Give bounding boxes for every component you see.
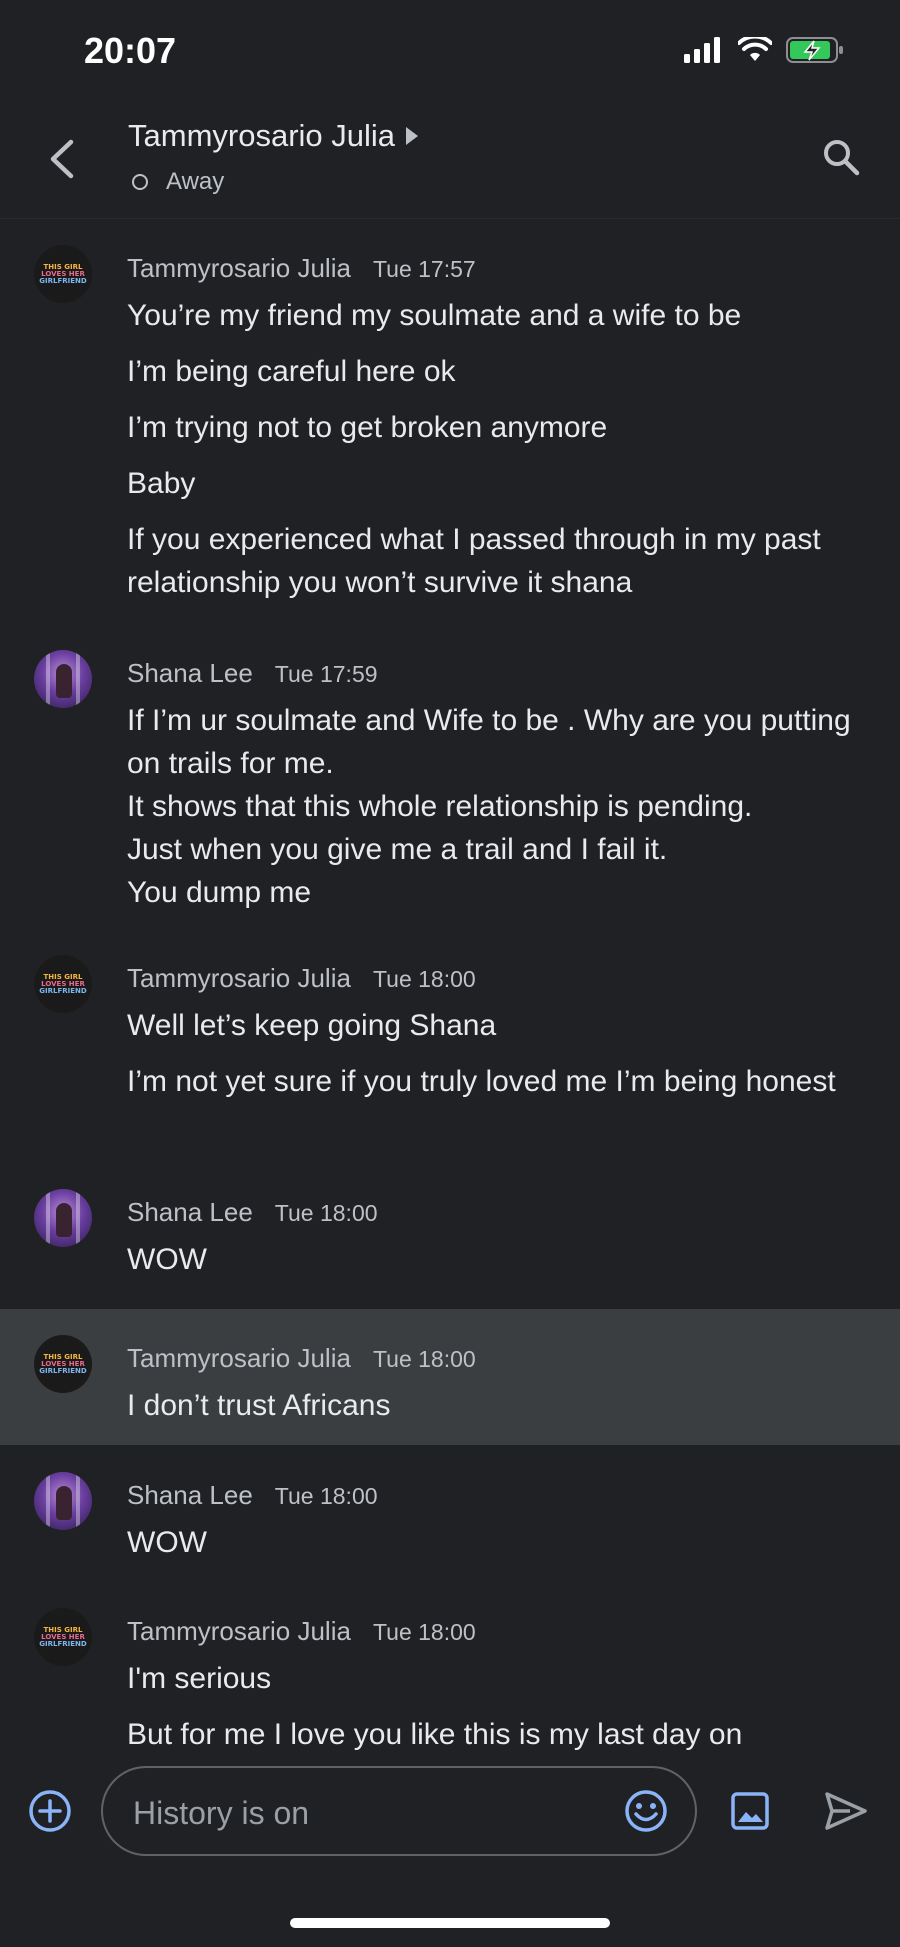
message-group-highlighted[interactable]: THIS GIRL LOVES HER GIRLFRIEND Tammyrosa… [0, 1309, 900, 1445]
message-text: If you experienced what I passed through… [127, 523, 821, 599]
message-time: Tue 18:00 [372, 1346, 476, 1372]
message-meta: Shana Lee Tue 18:00 [127, 1197, 378, 1228]
avatar[interactable]: THIS GIRL LOVES HER GIRLFRIEND [34, 955, 92, 1013]
message-time: Tue 18:00 [274, 1483, 378, 1509]
status-icons [684, 36, 844, 64]
composer-bar [0, 1757, 900, 1867]
message-group[interactable]: THIS GIRL LOVES HER GIRLFRIEND Tammyrosa… [0, 1582, 900, 1757]
add-button[interactable] [28, 1789, 72, 1833]
message-group[interactable]: THIS GIRL LOVES HER GIRLFRIEND Tammyrosa… [0, 219, 900, 619]
status-time: 20:07 [84, 30, 177, 71]
sender-name: Tammyrosario Julia [127, 963, 351, 993]
message-text: WOW [127, 1243, 207, 1276]
avatar[interactable] [34, 650, 92, 708]
avatar[interactable]: THIS GIRL LOVES HER GIRLFRIEND [34, 1608, 92, 1666]
message-text: If I’m ur soulmate and Wife to be . Why … [127, 704, 851, 780]
message-meta: Shana Lee Tue 18:00 [127, 1480, 378, 1511]
message-time: Tue 17:57 [372, 256, 476, 282]
home-indicator[interactable] [290, 1918, 610, 1928]
sender-name: Shana Lee [127, 658, 253, 688]
send-button[interactable] [822, 1789, 870, 1833]
message-meta: Shana Lee Tue 17:59 [127, 658, 378, 689]
avatar[interactable]: THIS GIRL LOVES HER GIRLFRIEND [34, 245, 92, 303]
message-text: Just when you give me a trail and I fail… [127, 833, 668, 866]
back-button[interactable] [38, 136, 84, 182]
presence-dot-icon [132, 174, 148, 190]
message-list[interactable]: THIS GIRL LOVES HER GIRLFRIEND Tammyrosa… [0, 219, 900, 1757]
message-text: I’m being careful here ok [127, 355, 456, 388]
avatar[interactable] [34, 1189, 92, 1247]
message-text: It shows that this whole relationship is… [127, 790, 753, 823]
presence-status: Away [132, 168, 224, 196]
message-input[interactable] [131, 1788, 605, 1838]
message-text: I’m not yet sure if you truly loved me I… [127, 1065, 836, 1098]
avatar[interactable] [34, 1472, 92, 1530]
message-group[interactable]: Shana Lee Tue 17:59 If I’m ur soulmate a… [0, 624, 900, 924]
message-text: I don’t trust Africans [127, 1389, 391, 1422]
message-group[interactable]: Shana Lee Tue 18:00 WOW [0, 1163, 900, 1303]
image-icon [731, 1792, 769, 1830]
battery-icon [786, 37, 843, 63]
add-circle-icon [29, 1790, 71, 1832]
message-text: WOW [127, 1526, 207, 1559]
message-text: Baby [127, 467, 196, 500]
chat-header: Tammyrosario Julia Away [0, 100, 900, 219]
message-time: Tue 18:00 [372, 966, 476, 992]
presence-label: Away [166, 168, 225, 195]
message-time: Tue 18:00 [372, 1619, 476, 1645]
message-text: But for me I love you like this is my la… [127, 1718, 743, 1751]
status-bar: 20:07 [0, 0, 900, 100]
chevron-left-icon [50, 139, 74, 179]
search-button[interactable] [818, 134, 864, 180]
message-text: You dump me [127, 876, 312, 909]
sender-name: Shana Lee [127, 1480, 253, 1510]
message-time: Tue 18:00 [274, 1200, 378, 1226]
avatar[interactable]: THIS GIRL LOVES HER GIRLFRIEND [34, 1335, 92, 1393]
signal-icon [684, 37, 720, 63]
chat-title: Tammyrosario Julia [128, 118, 396, 153]
sender-name: Tammyrosario Julia [127, 1616, 351, 1646]
message-meta: Tammyrosario Julia Tue 17:57 [127, 253, 476, 284]
wifi-icon [738, 37, 772, 61]
message-text: You’re my friend my soulmate and a wife … [127, 299, 742, 332]
chat-title-button[interactable]: Tammyrosario Julia [128, 118, 419, 154]
message-input-container[interactable] [101, 1766, 697, 1856]
message-text: I’m trying not to get broken anymore [127, 411, 608, 444]
search-icon [824, 140, 860, 176]
message-group[interactable]: THIS GIRL LOVES HER GIRLFRIEND Tammyrosa… [0, 929, 900, 1159]
message-meta: Tammyrosario Julia Tue 18:00 [127, 1616, 476, 1647]
sender-name: Shana Lee [127, 1197, 253, 1227]
message-meta: Tammyrosario Julia Tue 18:00 [127, 963, 476, 994]
message-text: Well let’s keep going Shana [127, 1009, 497, 1042]
message-time: Tue 17:59 [274, 661, 378, 687]
emoji-icon [625, 1790, 667, 1832]
message-meta: Tammyrosario Julia Tue 18:00 [127, 1343, 476, 1374]
send-icon [825, 1792, 867, 1830]
message-group[interactable]: Shana Lee Tue 18:00 WOW [0, 1446, 900, 1582]
emoji-button[interactable] [623, 1788, 669, 1834]
sender-name: Tammyrosario Julia [127, 1343, 351, 1373]
sender-name: Tammyrosario Julia [127, 253, 351, 283]
message-text: I'm serious [127, 1662, 272, 1695]
image-button[interactable] [728, 1789, 772, 1833]
play-arrow-icon [406, 127, 419, 145]
